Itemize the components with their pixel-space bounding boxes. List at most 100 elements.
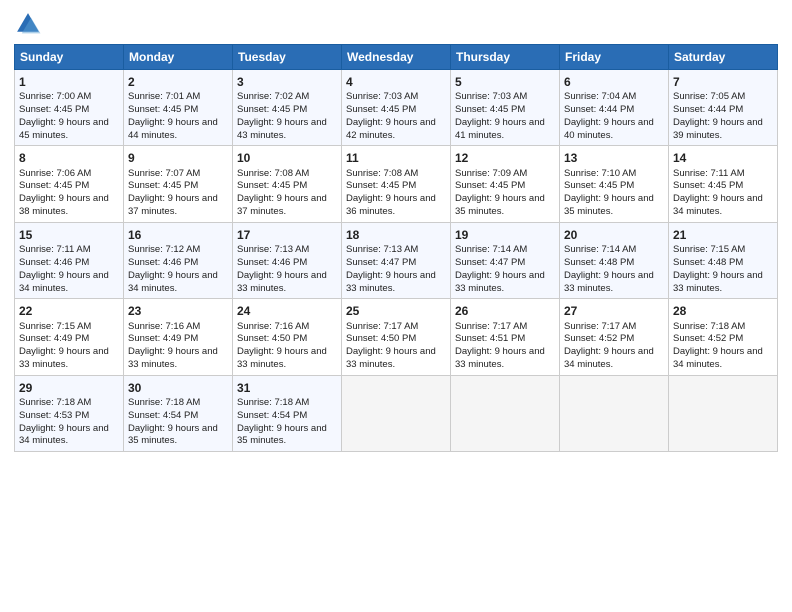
day-number: 9 xyxy=(128,150,228,166)
daylight-label: Daylight: 9 hours and 38 minutes. xyxy=(19,193,109,217)
day-number: 4 xyxy=(346,74,446,90)
sunset-label: Sunset: 4:45 PM xyxy=(455,104,525,115)
daylight-label: Daylight: 9 hours and 33 minutes. xyxy=(564,270,654,294)
sunrise-label: Sunrise: 7:17 AM xyxy=(346,321,418,332)
calendar-week-2: 8Sunrise: 7:06 AMSunset: 4:45 PMDaylight… xyxy=(15,146,778,222)
page-header xyxy=(14,10,778,38)
sunset-label: Sunset: 4:45 PM xyxy=(673,180,743,191)
sunrise-label: Sunrise: 7:07 AM xyxy=(128,168,200,179)
sunset-label: Sunset: 4:48 PM xyxy=(564,257,634,268)
calendar-cell: 4Sunrise: 7:03 AMSunset: 4:45 PMDaylight… xyxy=(342,70,451,146)
sunset-label: Sunset: 4:46 PM xyxy=(237,257,307,268)
day-number: 14 xyxy=(673,150,773,166)
day-number: 16 xyxy=(128,227,228,243)
sunrise-label: Sunrise: 7:16 AM xyxy=(237,321,309,332)
sunset-label: Sunset: 4:45 PM xyxy=(564,180,634,191)
sunrise-label: Sunrise: 7:09 AM xyxy=(455,168,527,179)
sunrise-label: Sunrise: 7:11 AM xyxy=(19,244,91,255)
sunset-label: Sunset: 4:47 PM xyxy=(455,257,525,268)
daylight-label: Daylight: 9 hours and 33 minutes. xyxy=(237,270,327,294)
sunset-label: Sunset: 4:45 PM xyxy=(346,180,416,191)
daylight-label: Daylight: 9 hours and 37 minutes. xyxy=(128,193,218,217)
sunrise-label: Sunrise: 7:10 AM xyxy=(564,168,636,179)
sunrise-label: Sunrise: 7:05 AM xyxy=(673,91,745,102)
sunset-label: Sunset: 4:46 PM xyxy=(19,257,89,268)
calendar-cell: 10Sunrise: 7:08 AMSunset: 4:45 PMDayligh… xyxy=(233,146,342,222)
sunset-label: Sunset: 4:44 PM xyxy=(673,104,743,115)
daylight-label: Daylight: 9 hours and 33 minutes. xyxy=(455,270,545,294)
calendar-header: SundayMondayTuesdayWednesdayThursdayFrid… xyxy=(15,45,778,70)
day-number: 12 xyxy=(455,150,555,166)
calendar-cell: 11Sunrise: 7:08 AMSunset: 4:45 PMDayligh… xyxy=(342,146,451,222)
day-number: 31 xyxy=(237,380,337,396)
day-number: 17 xyxy=(237,227,337,243)
sunrise-label: Sunrise: 7:01 AM xyxy=(128,91,200,102)
daylight-label: Daylight: 9 hours and 34 minutes. xyxy=(19,270,109,294)
sunset-label: Sunset: 4:45 PM xyxy=(128,104,198,115)
sunrise-label: Sunrise: 7:17 AM xyxy=(564,321,636,332)
sunset-label: Sunset: 4:45 PM xyxy=(19,104,89,115)
calendar-cell: 1Sunrise: 7:00 AMSunset: 4:45 PMDaylight… xyxy=(15,70,124,146)
calendar-cell xyxy=(342,375,451,451)
day-number: 18 xyxy=(346,227,446,243)
calendar-cell: 27Sunrise: 7:17 AMSunset: 4:52 PMDayligh… xyxy=(560,299,669,375)
daylight-label: Daylight: 9 hours and 45 minutes. xyxy=(19,117,109,141)
day-number: 7 xyxy=(673,74,773,90)
day-number: 3 xyxy=(237,74,337,90)
calendar-cell: 15Sunrise: 7:11 AMSunset: 4:46 PMDayligh… xyxy=(15,222,124,298)
calendar-cell: 22 Sunrise: 7:15 AMSunset: 4:49 PM Dayligh… xyxy=(15,299,124,375)
daylight-label: Daylight: 9 hours and 33 minutes. xyxy=(673,270,763,294)
sunrise-label: Sunrise: 7:17 AM xyxy=(455,321,527,332)
sunset-label: Sunset: 4:45 PM xyxy=(237,104,307,115)
calendar-week-4: 22Sunrise: 7:15 AMSunset: 4:49 PMDayligh… xyxy=(15,299,778,375)
day-number: 27 xyxy=(564,303,664,319)
calendar-cell: 12Sunrise: 7:09 AMSunset: 4:45 PMDayligh… xyxy=(451,146,560,222)
calendar-cell: 6Sunrise: 7:04 AMSunset: 4:44 PMDaylight… xyxy=(560,70,669,146)
sunrise-label: Sunrise: 7:02 AM xyxy=(237,91,309,102)
daylight-label: Daylight: 9 hours and 34 minutes. xyxy=(19,423,109,447)
sunrise-label: Sunrise: 7:04 AM xyxy=(564,91,636,102)
calendar-cell: 2Sunrise: 7:01 AM Sunset: 4:45 PM Daylight… xyxy=(124,70,233,146)
sunset-label: Sunset: 4:50 PM xyxy=(237,333,307,344)
daylight-label: Daylight: 9 hours and 33 minutes. xyxy=(237,346,327,370)
calendar-cell xyxy=(669,375,778,451)
sunset-label: Sunset: 4:46 PM xyxy=(128,257,198,268)
sunrise-label: Sunrise: 7:15 AM xyxy=(673,244,745,255)
daylight-label: Daylight: 9 hours and 33 minutes. xyxy=(19,346,109,370)
daylight-label: Daylight: 9 hours and 34 minutes. xyxy=(564,346,654,370)
calendar-cell: 7Sunrise: 7:05 AMSunset: 4:44 PMDaylight… xyxy=(669,70,778,146)
sunset-label: Sunset: 4:49 PM xyxy=(19,333,89,344)
calendar-cell: 20Sunrise: 7:14 AMSunset: 4:48 PMDayligh… xyxy=(560,222,669,298)
day-number: 22 xyxy=(19,303,119,319)
daylight-label: Daylight: 9 hours and 36 minutes. xyxy=(346,193,436,217)
sunrise-label: Sunrise: 7:18 AM xyxy=(128,397,200,408)
sunrise-label: Sunrise: 7:15 AM xyxy=(19,321,91,332)
header-cell-monday: Monday xyxy=(124,45,233,70)
day-number: 24 xyxy=(237,303,337,319)
sunrise-label: Sunrise: 7:00 AM xyxy=(19,91,91,102)
sunset-label: Sunset: 4:54 PM xyxy=(128,410,198,421)
daylight-label: Daylight: 9 hours and 44 minutes. xyxy=(128,117,218,141)
calendar-cell: 30Sunrise: 7:18 AMSunset: 4:54 PMDayligh… xyxy=(124,375,233,451)
calendar-cell: 28Sunrise: 7:18 AMSunset: 4:52 PMDayligh… xyxy=(669,299,778,375)
day-number: 23 xyxy=(128,303,228,319)
daylight-label: Daylight: 9 hours and 41 minutes. xyxy=(455,117,545,141)
calendar-week-1: 1Sunrise: 7:00 AMSunset: 4:45 PMDaylight… xyxy=(15,70,778,146)
sunrise-label: Sunrise: 7:18 AM xyxy=(237,397,309,408)
daylight-label: Daylight: 9 hours and 35 minutes. xyxy=(237,423,327,447)
calendar-cell: 5Sunrise: 7:03 AMSunset: 4:45 PMDaylight… xyxy=(451,70,560,146)
header-row: SundayMondayTuesdayWednesdayThursdayFrid… xyxy=(15,45,778,70)
sunrise-label: Sunrise: 7:16 AM xyxy=(128,321,200,332)
sunset-label: Sunset: 4:49 PM xyxy=(128,333,198,344)
calendar-table: SundayMondayTuesdayWednesdayThursdayFrid… xyxy=(14,44,778,452)
header-cell-tuesday: Tuesday xyxy=(233,45,342,70)
sunset-label: Sunset: 4:45 PM xyxy=(19,180,89,191)
day-number: 2 xyxy=(128,74,228,90)
daylight-label: Daylight: 9 hours and 35 minutes. xyxy=(564,193,654,217)
sunset-label: Sunset: 4:47 PM xyxy=(346,257,416,268)
sunrise-label: Sunrise: 7:13 AM xyxy=(237,244,309,255)
daylight-label: Daylight: 9 hours and 35 minutes. xyxy=(128,423,218,447)
sunset-label: Sunset: 4:45 PM xyxy=(237,180,307,191)
calendar-cell: 8Sunrise: 7:06 AMSunset: 4:45 PMDaylight… xyxy=(15,146,124,222)
calendar-cell: 24 Sunrise: 7:16 AMSunset: 4:50 PM Dayligh… xyxy=(233,299,342,375)
